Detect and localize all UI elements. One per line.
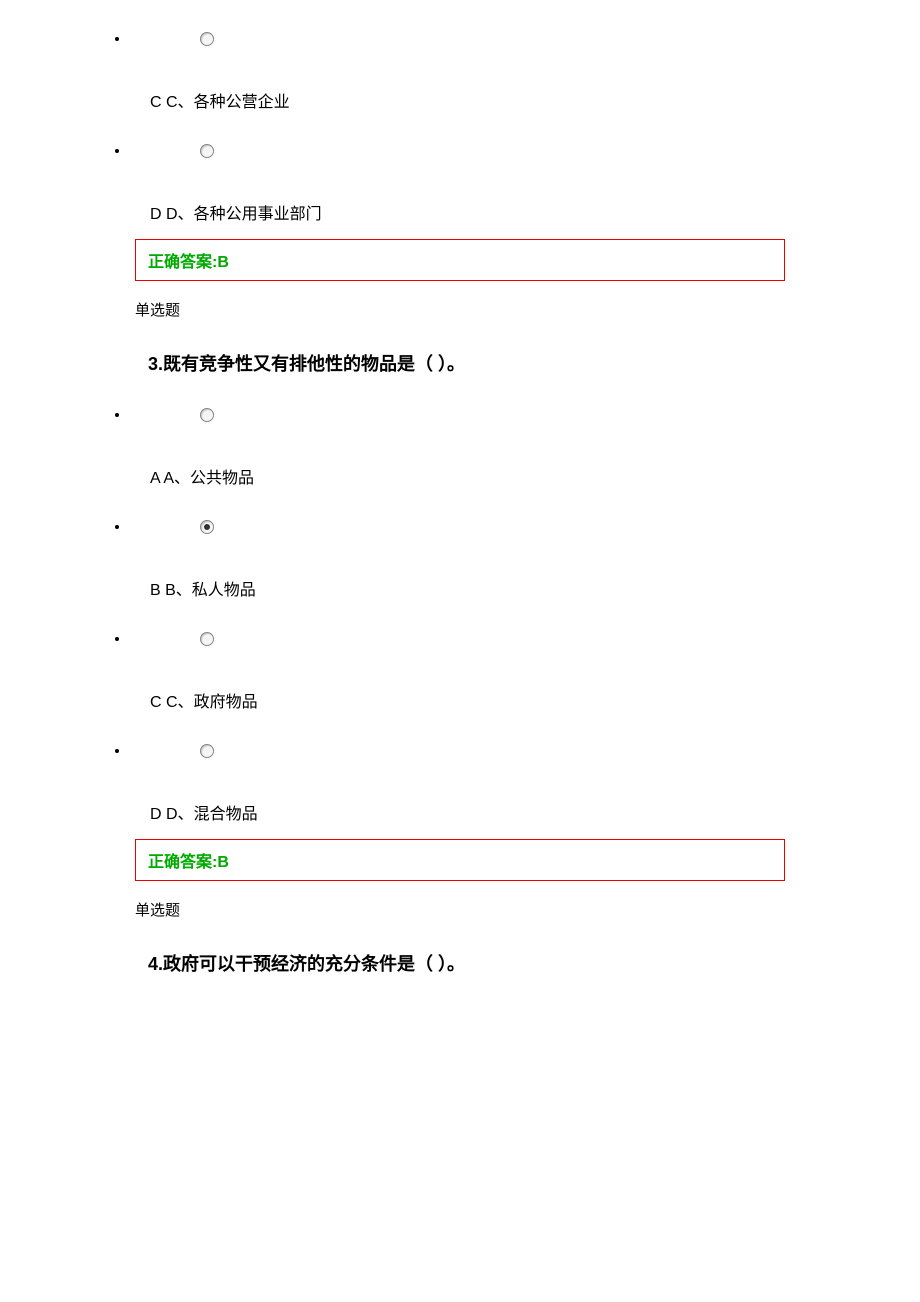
answer-label: 正确答案:: [148, 854, 217, 871]
option-letter: D D、: [150, 206, 194, 223]
q3-option-a-item: A A、公共物品: [130, 406, 790, 488]
q3-option-c-radio-row: [130, 630, 790, 648]
q3-title: 3.既有竞争性又有排他性的物品是（ ）。: [130, 350, 790, 376]
option-letter: D D、: [150, 806, 194, 823]
q3-answer-box: 正确答案:B: [135, 839, 785, 881]
answer-value: B: [217, 854, 229, 871]
option-letter: A A、: [150, 470, 190, 487]
q3-option-c-item: C C、政府物品: [130, 630, 790, 712]
question-text: 既有竞争性又有排他性的物品是（ ）。: [163, 354, 465, 374]
option-label: 私人物品: [192, 582, 256, 599]
q2-type: 单选题: [130, 299, 790, 320]
q2-answer-box: 正确答案:B: [135, 239, 785, 281]
option-label: 各种公营企业: [194, 94, 290, 111]
q3-option-c-text: C C、政府物品: [130, 688, 790, 712]
radio-icon[interactable]: [200, 520, 214, 534]
q3-option-b-radio-row: [130, 518, 790, 536]
q3-option-d-text: D D、混合物品: [130, 800, 790, 824]
option-label: 政府物品: [194, 694, 258, 711]
option-label: 公共物品: [190, 470, 254, 487]
q2-option-c-text: C C、各种公营企业: [130, 88, 790, 112]
q2-option-c-radio-row: [130, 30, 790, 48]
radio-icon[interactable]: [200, 408, 214, 422]
answer-value: B: [217, 254, 229, 271]
q3-option-b-item: B B、私人物品: [130, 518, 790, 600]
radio-icon[interactable]: [200, 744, 214, 758]
q3-option-d-item: D D、混合物品: [130, 742, 790, 824]
radio-icon[interactable]: [200, 144, 214, 158]
q3-option-d-radio-row: [130, 742, 790, 760]
q2-option-d-item: D D、各种公用事业部门: [130, 142, 790, 224]
question-text: 政府可以干预经济的充分条件是（ ）。: [163, 954, 465, 974]
q2-option-d-text: D D、各种公用事业部门: [130, 200, 790, 224]
q2-options-list: C C、各种公营企业 D D、各种公用事业部门: [130, 30, 790, 224]
option-letter: B B、: [150, 582, 192, 599]
q2-option-c-item: C C、各种公营企业: [130, 30, 790, 112]
q3-option-a-text: A A、公共物品: [130, 464, 790, 488]
radio-icon[interactable]: [200, 32, 214, 46]
q3-option-a-radio-row: [130, 406, 790, 424]
option-letter: C C、: [150, 694, 194, 711]
q4-title: 4.政府可以干预经济的充分条件是（ ）。: [130, 950, 790, 976]
q3-option-b-text: B B、私人物品: [130, 576, 790, 600]
q3-type: 单选题: [130, 899, 790, 920]
q2-option-d-radio-row: [130, 142, 790, 160]
option-label: 各种公用事业部门: [194, 206, 322, 223]
q3-options-list: A A、公共物品 B B、私人物品 C C、政府物品 D D、混合物品: [130, 406, 790, 824]
option-label: 混合物品: [194, 806, 258, 823]
answer-label: 正确答案:: [148, 254, 217, 271]
radio-icon[interactable]: [200, 632, 214, 646]
option-letter: C C、: [150, 94, 194, 111]
question-number: 4.: [148, 954, 163, 974]
question-number: 3.: [148, 354, 163, 374]
